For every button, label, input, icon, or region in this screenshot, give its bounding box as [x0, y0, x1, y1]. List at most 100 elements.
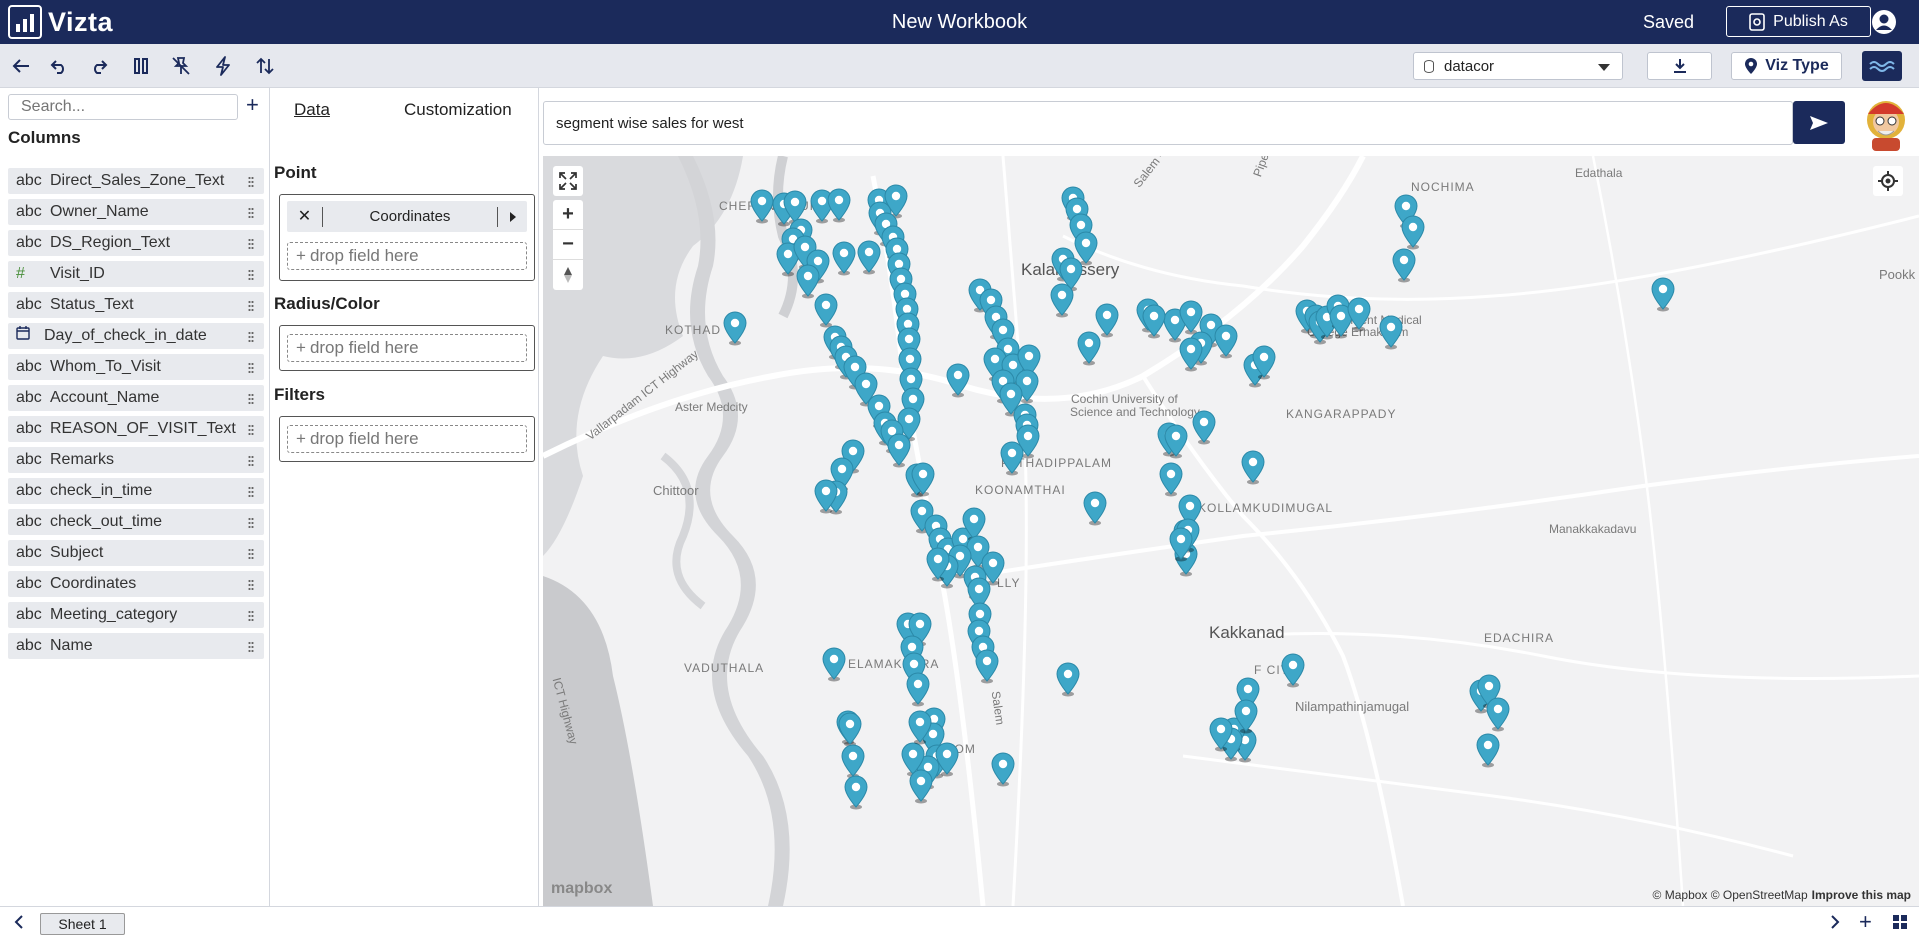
undo-icon[interactable] — [46, 53, 72, 79]
map-pin-icon[interactable] — [1212, 323, 1240, 359]
map-pin-icon[interactable] — [1279, 652, 1307, 688]
map-pin-icon[interactable] — [812, 478, 840, 514]
sheet-prev-icon[interactable] — [14, 915, 24, 934]
drag-handle-icon[interactable] — [248, 517, 254, 528]
drag-handle-icon[interactable] — [248, 238, 254, 249]
map-pin-icon[interactable] — [1157, 461, 1185, 497]
map-pin-icon[interactable] — [1239, 449, 1267, 485]
map-pin-icon[interactable] — [1054, 661, 1082, 697]
map-pin-icon[interactable] — [1162, 423, 1190, 459]
send-query-button[interactable] — [1793, 101, 1845, 144]
datasource-select[interactable]: datacor — [1413, 52, 1623, 80]
geolocate-icon[interactable] — [1873, 166, 1903, 196]
column-item[interactable]: abc Account_Name — [8, 385, 264, 411]
drag-handle-icon[interactable] — [248, 579, 254, 590]
map-pin-icon[interactable] — [909, 461, 937, 497]
drag-handle-icon[interactable] — [248, 207, 254, 218]
map-pin-icon[interactable] — [836, 711, 864, 747]
map-pin-icon[interactable] — [1345, 296, 1373, 332]
publish-button[interactable]: Publish As — [1726, 6, 1871, 37]
map-pin-icon[interactable] — [1474, 732, 1502, 768]
map-pin-icon[interactable] — [906, 709, 934, 745]
drag-handle-icon[interactable] — [248, 424, 254, 435]
column-item[interactable]: abc REASON_OF_VISIT_Text — [8, 416, 264, 442]
remove-field-icon[interactable]: ✕ — [287, 206, 323, 227]
column-item[interactable]: abc check_in_time — [8, 478, 264, 504]
drag-handle-icon[interactable] — [248, 486, 254, 497]
map-pin-icon[interactable] — [1207, 716, 1235, 752]
map-pin-icon[interactable] — [1081, 490, 1109, 526]
zoom-in-button[interactable]: + — [553, 200, 583, 230]
drag-handle-icon[interactable] — [248, 362, 254, 373]
map-pin-icon[interactable] — [998, 440, 1026, 476]
map-pin-icon[interactable] — [989, 751, 1017, 787]
column-item[interactable]: abc Coordinates — [8, 571, 264, 597]
tab-data[interactable]: Data — [294, 100, 330, 120]
map-pin-icon[interactable] — [1484, 696, 1512, 732]
lightning-icon[interactable] — [210, 53, 236, 79]
map-pin-icon[interactable] — [904, 671, 932, 707]
map-pin-icon[interactable] — [933, 741, 961, 777]
map-pin-icon[interactable] — [1093, 302, 1121, 338]
map-pin-icon[interactable] — [1140, 303, 1168, 339]
drag-handle-icon[interactable] — [248, 331, 254, 342]
wave-toggle-button[interactable] — [1862, 51, 1902, 81]
column-item[interactable]: abc Whom_To_Visit — [8, 354, 264, 380]
zoom-out-button[interactable]: − — [553, 230, 583, 260]
column-item[interactable]: abc Owner_Name — [8, 199, 264, 225]
columns-layout-icon[interactable] — [128, 53, 154, 79]
map-pin-icon[interactable] — [973, 648, 1001, 684]
viz-type-button[interactable]: Viz Type — [1731, 52, 1842, 80]
coordinates-field-pill[interactable]: ✕ Coordinates — [287, 201, 527, 232]
map-pin-icon[interactable] — [1250, 344, 1278, 380]
drag-handle-icon[interactable] — [248, 548, 254, 559]
map-pin-icon[interactable] — [1167, 526, 1195, 562]
map-pin-icon[interactable] — [944, 362, 972, 398]
column-item[interactable]: abc check_out_time — [8, 509, 264, 535]
drag-handle-icon[interactable] — [248, 641, 254, 652]
map-pin-icon[interactable] — [825, 187, 853, 223]
map-canvas[interactable]: Kalamassery Kakkanad Cochin University o… — [543, 156, 1919, 906]
map-pin-icon[interactable] — [1649, 276, 1677, 312]
drag-handle-icon[interactable] — [248, 610, 254, 621]
map-pin-icon[interactable] — [842, 774, 870, 810]
map-pin-icon[interactable] — [1048, 282, 1076, 318]
column-item[interactable]: abc DS_Region_Text — [8, 230, 264, 256]
map-pin-icon[interactable] — [830, 240, 858, 276]
column-item[interactable]: abc Status_Text — [8, 292, 264, 318]
sheet-next-icon[interactable] — [1830, 915, 1840, 934]
column-item[interactable]: abc Meeting_category — [8, 602, 264, 628]
map-pin-icon[interactable] — [820, 646, 848, 682]
assistant-avatar[interactable] — [1860, 94, 1912, 152]
drag-handle-icon[interactable] — [248, 455, 254, 466]
map-pin-icon[interactable] — [1399, 214, 1427, 250]
clear-pin-icon[interactable] — [168, 53, 194, 79]
app-logo[interactable]: Vizta — [8, 5, 113, 39]
column-item[interactable]: abc Subject — [8, 540, 264, 566]
column-item[interactable]: Day_of_check_in_date — [8, 323, 264, 349]
add-column-icon[interactable]: + — [246, 94, 259, 116]
fullscreen-icon[interactable] — [553, 166, 583, 196]
back-arrow-icon[interactable] — [8, 53, 34, 79]
compass-icon[interactable] — [553, 260, 583, 290]
drag-handle-icon[interactable] — [248, 300, 254, 311]
sort-icon[interactable] — [252, 53, 278, 79]
map-pin-icon[interactable] — [1177, 336, 1205, 372]
column-item[interactable]: # Visit_ID — [8, 261, 264, 287]
column-search-input[interactable] — [8, 94, 238, 120]
query-input[interactable]: segment wise sales for west — [543, 101, 1793, 145]
drag-handle-icon[interactable] — [248, 269, 254, 280]
map-pin-icon[interactable] — [1390, 247, 1418, 283]
point-drop-zone[interactable]: + drop field here — [287, 242, 527, 270]
filters-drop-zone[interactable]: + drop field here — [287, 425, 527, 453]
drag-handle-icon[interactable] — [248, 393, 254, 404]
map-pin-icon[interactable] — [907, 768, 935, 804]
map-pin-icon[interactable] — [855, 239, 883, 275]
column-item[interactable]: abc Remarks — [8, 447, 264, 473]
download-button[interactable] — [1647, 52, 1712, 80]
tab-customization[interactable]: Customization — [404, 100, 512, 120]
map-pin-icon[interactable] — [812, 292, 840, 328]
attribution-text[interactable]: © Mapbox © OpenStreetMap — [1653, 888, 1808, 902]
radius-color-drop-zone[interactable]: + drop field here — [287, 334, 527, 362]
caret-right-icon[interactable] — [497, 206, 527, 227]
